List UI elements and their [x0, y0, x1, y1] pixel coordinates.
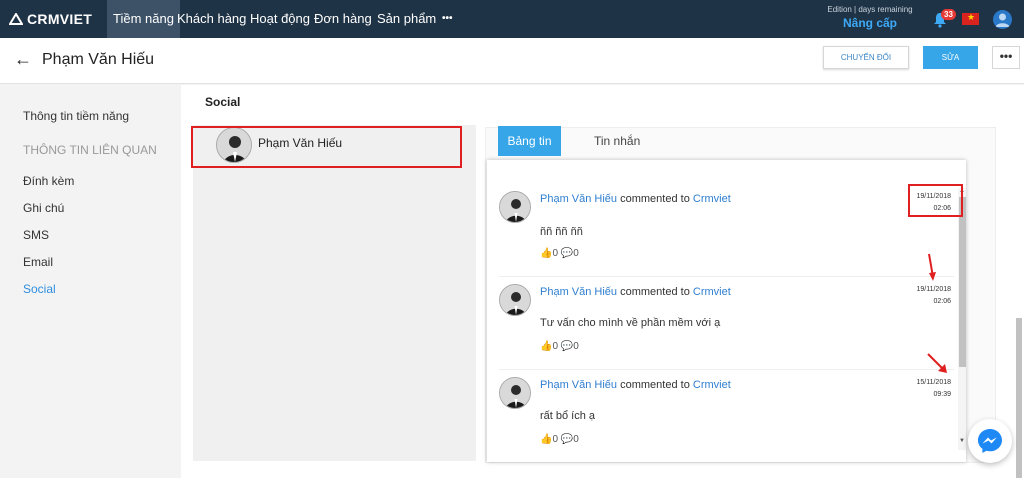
edit-button[interactable]: SỬA: [923, 46, 978, 69]
sidebar-item-lead-info[interactable]: Thông tin tiềm năng: [23, 109, 129, 123]
tab-news-feed[interactable]: Bảng tin: [498, 126, 561, 156]
logo-text: CRMVIET: [27, 11, 93, 27]
main-content: Social Phạm Văn Hiếu Bảng tin Tin nhắn P…: [181, 85, 1024, 478]
comment-icon[interactable]: 💬: [561, 248, 573, 259]
person-photo-icon: [500, 285, 530, 315]
post-time: 02:06: [933, 298, 951, 305]
post-target-link[interactable]: Crmviet: [693, 286, 731, 298]
post-action-text: commented to: [620, 379, 690, 391]
post-header: Phạm Văn Hiếu commented to Crmviet: [540, 286, 731, 298]
user-avatar[interactable]: [993, 10, 1012, 29]
top-navbar: CRMVIET Tiềm năng Khách hàng Hoạt động Đ…: [0, 0, 1024, 38]
post-date: 15/11/2018: [916, 379, 951, 386]
sidebar-item-attachments[interactable]: Đính kèm: [23, 174, 74, 188]
comment-count: 0: [573, 434, 579, 445]
comment-count: 0: [573, 341, 579, 352]
post-action-text: commented to: [620, 286, 690, 298]
highlight-box: [191, 126, 462, 168]
scroll-down-arrow-icon[interactable]: ▼: [959, 438, 965, 444]
nav-item-activities[interactable]: Hoạt động: [244, 0, 316, 38]
like-icon[interactable]: 👍: [540, 341, 552, 352]
page-header: ← Phạm Văn Hiếu CHUYỂN ĐỔI SỬA •••: [0, 38, 1024, 84]
post-reactions: 👍0 💬0: [540, 248, 579, 259]
more-options-button[interactable]: •••: [992, 46, 1020, 69]
detail-sidebar: Thông tin tiềm năng THÔNG TIN LIÊN QUAN …: [0, 85, 181, 478]
post-header: Phạm Văn Hiếu commented to Crmviet: [540, 193, 731, 205]
like-icon[interactable]: 👍: [540, 248, 552, 259]
post-author-link[interactable]: Phạm Văn Hiếu: [540, 286, 617, 298]
nav-item-customers[interactable]: Khách hàng: [171, 0, 252, 38]
comment-count: 0: [573, 248, 579, 259]
post-time: 09:39: [933, 391, 951, 398]
post-content: Tư vấn cho mình về phần mềm với ạ: [540, 317, 721, 329]
edition-info: Edition | days remaining Nâng cấp: [820, 5, 920, 30]
post-divider: [499, 369, 954, 370]
comment-icon[interactable]: 💬: [561, 341, 573, 352]
vietnam-flag-icon[interactable]: ★: [962, 12, 979, 25]
nav-more-button[interactable]: •••: [436, 0, 459, 38]
comment-icon[interactable]: 💬: [561, 434, 573, 445]
sidebar-item-notes[interactable]: Ghi chú: [23, 201, 64, 215]
notification-badge: 33: [941, 9, 956, 20]
convert-button[interactable]: CHUYỂN ĐỔI: [823, 46, 909, 69]
post-target-link[interactable]: Crmviet: [693, 379, 731, 391]
tab-messages[interactable]: Tin nhắn: [594, 134, 640, 148]
sidebar-item-sms[interactable]: SMS: [23, 228, 49, 242]
nav-item-orders[interactable]: Đơn hàng: [308, 0, 378, 38]
person-photo-icon: [500, 378, 530, 408]
post-date: 19/11/2018: [916, 286, 951, 293]
post-author-link[interactable]: Phạm Văn Hiếu: [540, 193, 617, 205]
news-feed: Phạm Văn Hiếu commented to Crmviet 19/11…: [487, 160, 966, 462]
logo-icon: [9, 13, 23, 25]
section-title: Social: [205, 95, 241, 109]
post-avatar: [499, 377, 531, 409]
post-avatar: [499, 284, 531, 316]
post-target-link[interactable]: Crmviet: [693, 193, 731, 205]
user-icon: [995, 13, 1010, 27]
messenger-chat-button[interactable]: [968, 419, 1012, 463]
post-reactions: 👍0 💬0: [540, 341, 579, 352]
back-arrow-icon[interactable]: ←: [14, 49, 32, 70]
annotation-arrow-icon: [928, 253, 936, 281]
nav-item-leads[interactable]: Tiềm năng: [107, 0, 180, 38]
post-divider: [499, 276, 954, 277]
post-timestamp: 19/11/2018 02:06: [916, 284, 951, 308]
like-count: 0: [552, 434, 559, 445]
edition-text: Edition | days remaining: [827, 5, 913, 14]
sidebar-heading-related: THÔNG TIN LIÊN QUAN: [23, 143, 157, 157]
messenger-icon: [978, 429, 1002, 453]
post-timestamp: 15/11/2018 09:39: [916, 377, 951, 401]
annotation-arrow-icon: [927, 353, 947, 373]
person-photo-icon: [500, 192, 530, 222]
post-author-link[interactable]: Phạm Văn Hiếu: [540, 379, 617, 391]
post-content: ññ ññ ññ: [540, 226, 583, 238]
page-title: Phạm Văn Hiếu: [42, 51, 155, 68]
post-avatar: [499, 191, 531, 223]
crmviet-logo[interactable]: CRMVIET: [9, 11, 92, 27]
feed-scrollbar-thumb[interactable]: [959, 197, 966, 367]
sidebar-item-email[interactable]: Email: [23, 255, 53, 269]
post-content: rất bổ ích ạ: [540, 410, 596, 422]
upgrade-link[interactable]: Nâng cấp: [820, 16, 920, 30]
post-action-text: commented to: [620, 193, 690, 205]
sidebar-item-social[interactable]: Social: [23, 282, 56, 296]
like-count: 0: [552, 341, 559, 352]
post-reactions: 👍0 💬0: [540, 434, 579, 445]
nav-item-products[interactable]: Sản phẩm: [371, 0, 442, 38]
like-count: 0: [552, 248, 559, 259]
like-icon[interactable]: 👍: [540, 434, 552, 445]
social-contacts-list: Phạm Văn Hiếu: [193, 125, 476, 461]
timestamp-highlight-box: [908, 184, 963, 217]
page-scrollbar[interactable]: [1016, 318, 1022, 478]
post-header: Phạm Văn Hiếu commented to Crmviet: [540, 379, 731, 391]
